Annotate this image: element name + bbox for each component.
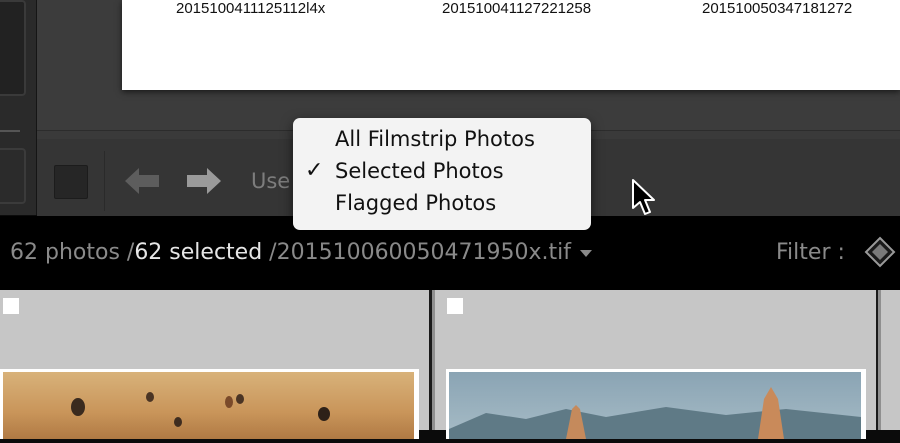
menu-item-flagged-photos[interactable]: Flagged Photos (335, 191, 496, 215)
print-canvas: 2015100411125112l4x 201510041127221258 2… (37, 0, 900, 130)
filter-lock-icon[interactable] (864, 236, 896, 268)
menu-item-selected-photos[interactable]: Selected Photos (335, 159, 504, 183)
current-filename: /201510060050471950x.tif (269, 240, 572, 265)
flag-checkbox[interactable] (447, 298, 463, 314)
filmstrip-cell[interactable] (878, 290, 900, 430)
selected-count: 62 selected (134, 240, 263, 265)
mouse-cursor-icon (632, 179, 655, 215)
left-panel-button[interactable] (0, 148, 26, 204)
print-page: 2015100411125112l4x 201510041127221258 2… (122, 0, 900, 90)
dropdown-caret-icon[interactable] (580, 249, 593, 257)
photo-caption: 201510041127221258 (442, 0, 592, 17)
left-panel (0, 0, 37, 215)
left-panel-box (0, 0, 26, 96)
photo-caption: 2015100411125112l4x (176, 0, 326, 17)
check-icon: ✓ (305, 158, 324, 183)
selection-status[interactable]: 62 photos /62 selected /2015100600504719… (10, 240, 593, 265)
flag-checkbox[interactable] (3, 298, 19, 314)
balloons-photo (3, 372, 414, 439)
back-arrow-icon[interactable] (125, 167, 159, 195)
photo-thumbnail[interactable] (0, 369, 419, 439)
filmstrip (0, 290, 900, 439)
forward-arrow-icon[interactable] (187, 167, 221, 195)
page-view-button[interactable] (54, 165, 88, 199)
temple-photo (449, 372, 861, 439)
photo-caption: 201510050347181272 (702, 0, 853, 17)
filter-label: Filter : (776, 240, 845, 265)
menu-item-all-filmstrip-photos[interactable]: All Filmstrip Photos (335, 127, 535, 151)
use-photos-menu: ✓ All Filmstrip Photos Selected Photos F… (293, 118, 591, 230)
photo-thumbnail[interactable] (446, 369, 866, 439)
toolbar-separator (104, 151, 105, 211)
panel-divider (0, 110, 20, 132)
photo-count: 62 photos / (10, 240, 135, 265)
use-label[interactable]: Use (251, 169, 290, 193)
